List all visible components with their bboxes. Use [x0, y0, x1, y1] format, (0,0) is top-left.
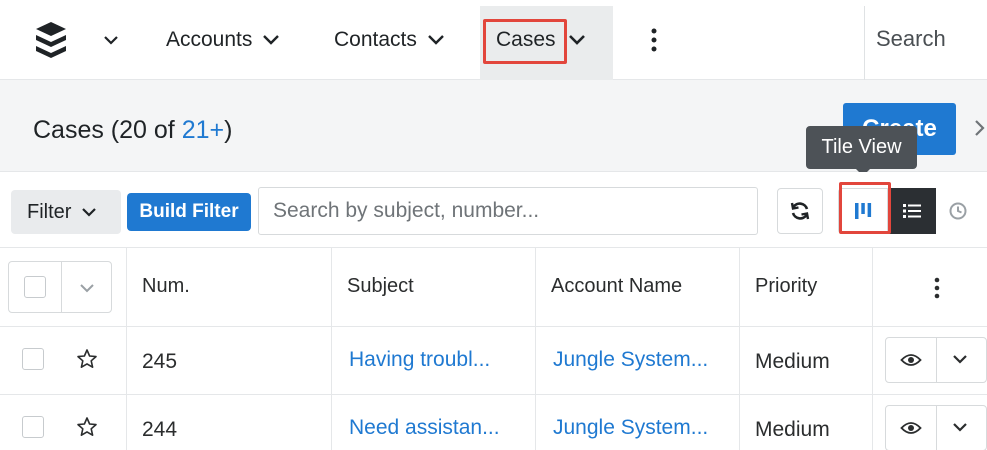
- tile-view-highlight-box: [839, 182, 891, 234]
- row-divider: [0, 394, 987, 395]
- column-divider: [535, 248, 536, 450]
- record-count-link[interactable]: 21+: [182, 116, 224, 144]
- nav-item-accounts-label: Accounts: [166, 28, 253, 51]
- page-title: Cases (20 of 21+): [33, 116, 232, 145]
- home-menu-chevron-icon[interactable]: [103, 32, 119, 48]
- star-icon[interactable]: [76, 348, 98, 370]
- refresh-icon: [790, 202, 810, 220]
- chevron-down-icon[interactable]: [262, 33, 280, 47]
- filter-label: Filter: [27, 200, 72, 223]
- row-checkbox[interactable]: [22, 416, 44, 438]
- nav-item-contacts[interactable]: Contacts: [334, 22, 445, 58]
- mass-select-divider: [61, 262, 62, 312]
- chevron-down-icon[interactable]: [952, 353, 968, 365]
- column-header-account-name[interactable]: Account Name: [551, 275, 682, 298]
- column-divider: [872, 248, 873, 450]
- page-title-close: ): [224, 116, 233, 144]
- chevron-down-icon[interactable]: [79, 282, 95, 294]
- chevron-down-icon: [82, 208, 97, 217]
- activity-stream-button[interactable]: [936, 188, 980, 234]
- eye-icon[interactable]: [900, 350, 922, 370]
- filter-dropdown[interactable]: Filter: [11, 190, 121, 234]
- row-actions: [885, 337, 987, 383]
- list-view-button[interactable]: [888, 188, 936, 234]
- eye-icon[interactable]: [900, 418, 922, 438]
- nav-item-accounts[interactable]: Accounts: [166, 22, 280, 58]
- cell-account-link[interactable]: Jungle System...: [553, 416, 708, 440]
- cell-num: 245: [142, 350, 178, 373]
- sugar-cube-stack-icon[interactable]: [34, 18, 68, 62]
- nav-item-contacts-label: Contacts: [334, 28, 417, 51]
- tile-view-tooltip: Tile View: [806, 126, 917, 169]
- build-filter-button[interactable]: Build Filter: [127, 193, 251, 231]
- column-settings-icon[interactable]: [933, 276, 941, 305]
- row-actions-divider: [936, 406, 937, 450]
- header-row-divider: [0, 326, 987, 327]
- column-divider: [331, 248, 332, 450]
- cell-account-link[interactable]: Jungle System...: [553, 348, 708, 372]
- search-input[interactable]: [258, 187, 758, 235]
- global-search[interactable]: Search: [876, 26, 946, 52]
- row-checkbox[interactable]: [22, 348, 44, 370]
- column-header-num[interactable]: Num.: [142, 275, 190, 298]
- row-actions-divider: [936, 338, 937, 382]
- kebab-icon[interactable]: [650, 27, 658, 53]
- cell-num: 244: [142, 418, 178, 441]
- column-header-priority[interactable]: Priority: [755, 275, 817, 298]
- mass-select-control[interactable]: [8, 261, 112, 313]
- chevron-down-icon[interactable]: [427, 33, 445, 47]
- cell-priority: Medium: [755, 350, 830, 373]
- cell-subject-link[interactable]: Need assistan...: [349, 416, 500, 440]
- cell-priority: Medium: [755, 418, 830, 441]
- column-divider: [739, 248, 740, 450]
- column-header-subject[interactable]: Subject: [347, 275, 414, 298]
- row-actions: [885, 405, 987, 450]
- list-view-icon: [903, 204, 921, 218]
- chevron-down-icon[interactable]: [568, 33, 586, 47]
- nav-divider: [864, 6, 865, 80]
- cell-subject-link[interactable]: Having troubl...: [349, 348, 490, 372]
- chevron-down-icon[interactable]: [952, 421, 968, 433]
- page-title-text: Cases (20 of: [33, 116, 182, 144]
- star-icon[interactable]: [76, 416, 98, 438]
- chevron-right-icon[interactable]: [972, 118, 987, 138]
- clock-icon: [949, 202, 967, 220]
- select-all-checkbox[interactable]: [24, 276, 46, 298]
- cases-highlight-box: [483, 19, 567, 64]
- refresh-button[interactable]: [777, 188, 823, 234]
- column-divider: [126, 248, 127, 450]
